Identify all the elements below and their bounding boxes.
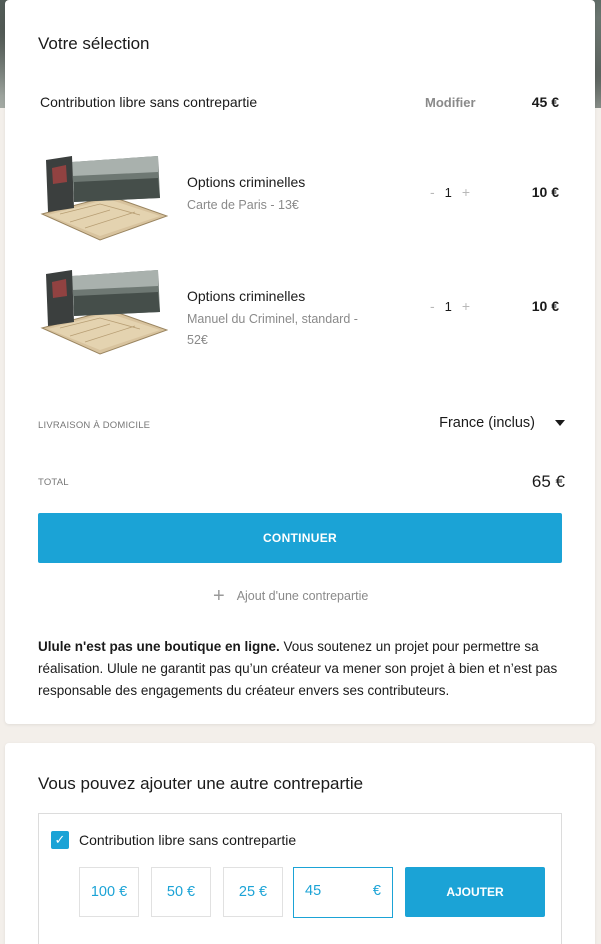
quantity-stepper: - 1 + [430, 298, 470, 314]
preset-amounts: 100 € 50 € 25 € [79, 867, 283, 917]
cart-item: Options criminelles Carte de Paris - 13€… [40, 148, 563, 258]
cart-item-subtitle: Carte de Paris - 13€ [187, 198, 299, 212]
reward-option-box: ✓ Contribution libre sans contrepartie 1… [38, 813, 562, 944]
add-reward-label: Ajout d'une contrepartie [236, 589, 369, 603]
quantity-stepper: - 1 + [430, 184, 470, 200]
amount-input-currency: € [372, 883, 381, 899]
cart-item-name: Options criminelles [187, 288, 306, 304]
quantity-value: 1 [444, 184, 452, 200]
cart-item: Options criminelles Manuel du Criminel, … [40, 262, 563, 372]
decrement-button[interactable]: - [430, 298, 435, 314]
total-label: TOTAL [38, 477, 69, 488]
plus-icon: + [213, 585, 225, 607]
cart-item-name: Options criminelles [187, 174, 306, 190]
decrement-button[interactable]: - [430, 184, 435, 200]
free-contribution-price: 45 € [531, 94, 559, 110]
increment-button[interactable]: + [462, 184, 470, 200]
increment-button[interactable]: + [462, 298, 470, 314]
total-value: 65 € [531, 472, 565, 491]
checkbox-checked-icon[interactable]: ✓ [51, 831, 69, 849]
other-reward-title: Vous pouvez ajouter une autre contrepart… [38, 774, 364, 793]
amount-input-value: 45 [305, 883, 322, 899]
caret-down-icon [555, 420, 565, 426]
total-row: TOTAL 65 € [38, 470, 565, 494]
amount-option-button[interactable]: 100 € [79, 867, 139, 917]
cart-item-price: 10 € [531, 184, 559, 200]
cart-item-info: Options criminelles Manuel du Criminel, … [187, 288, 382, 351]
shipping-value: France (inclus) [439, 415, 535, 431]
disclaimer-text: Ulule n'est pas une boutique en ligne. V… [38, 636, 563, 702]
cart-item-info: Options criminelles Carte de Paris - 13€ [187, 174, 382, 216]
quantity-value: 1 [444, 298, 452, 314]
continue-button[interactable]: CONTINUER [38, 513, 562, 563]
add-reward-link[interactable]: + Ajout d'une contrepartie [213, 586, 368, 606]
modify-link[interactable]: Modifier [425, 95, 476, 110]
cart-item-subtitle: Manuel du Criminel, standard - 52€ [187, 312, 358, 347]
boxed-map-image [40, 156, 168, 241]
amount-option-button[interactable]: 50 € [151, 867, 211, 917]
free-contribution-row: Contribution libre sans contrepartie Mod… [40, 94, 563, 114]
free-contribution-label: Contribution libre sans contrepartie [40, 94, 258, 110]
cart-item-price: 10 € [531, 298, 559, 314]
selection-title: Votre sélection [38, 34, 150, 53]
checkbox-label: Contribution libre sans contrepartie [79, 832, 297, 848]
amount-input[interactable]: 45 € [293, 867, 393, 918]
add-button[interactable]: AJOUTER [405, 867, 545, 917]
shipping-row: LIVRAISON À DOMICILE France (inclus) [38, 415, 565, 437]
disclaimer-bold: Ulule n'est pas une boutique en ligne. [38, 639, 280, 654]
reward-option-checkbox-row[interactable]: ✓ Contribution libre sans contrepartie [51, 831, 296, 849]
other-reward-card: Vous pouvez ajouter une autre contrepart… [5, 743, 595, 944]
shipping-label: LIVRAISON À DOMICILE [38, 420, 151, 431]
amount-option-button[interactable]: 25 € [223, 867, 283, 917]
selection-card: Votre sélection Contribution libre sans … [5, 0, 595, 724]
shipping-select[interactable]: France (inclus) [439, 415, 565, 431]
boxed-map-image [40, 270, 168, 355]
